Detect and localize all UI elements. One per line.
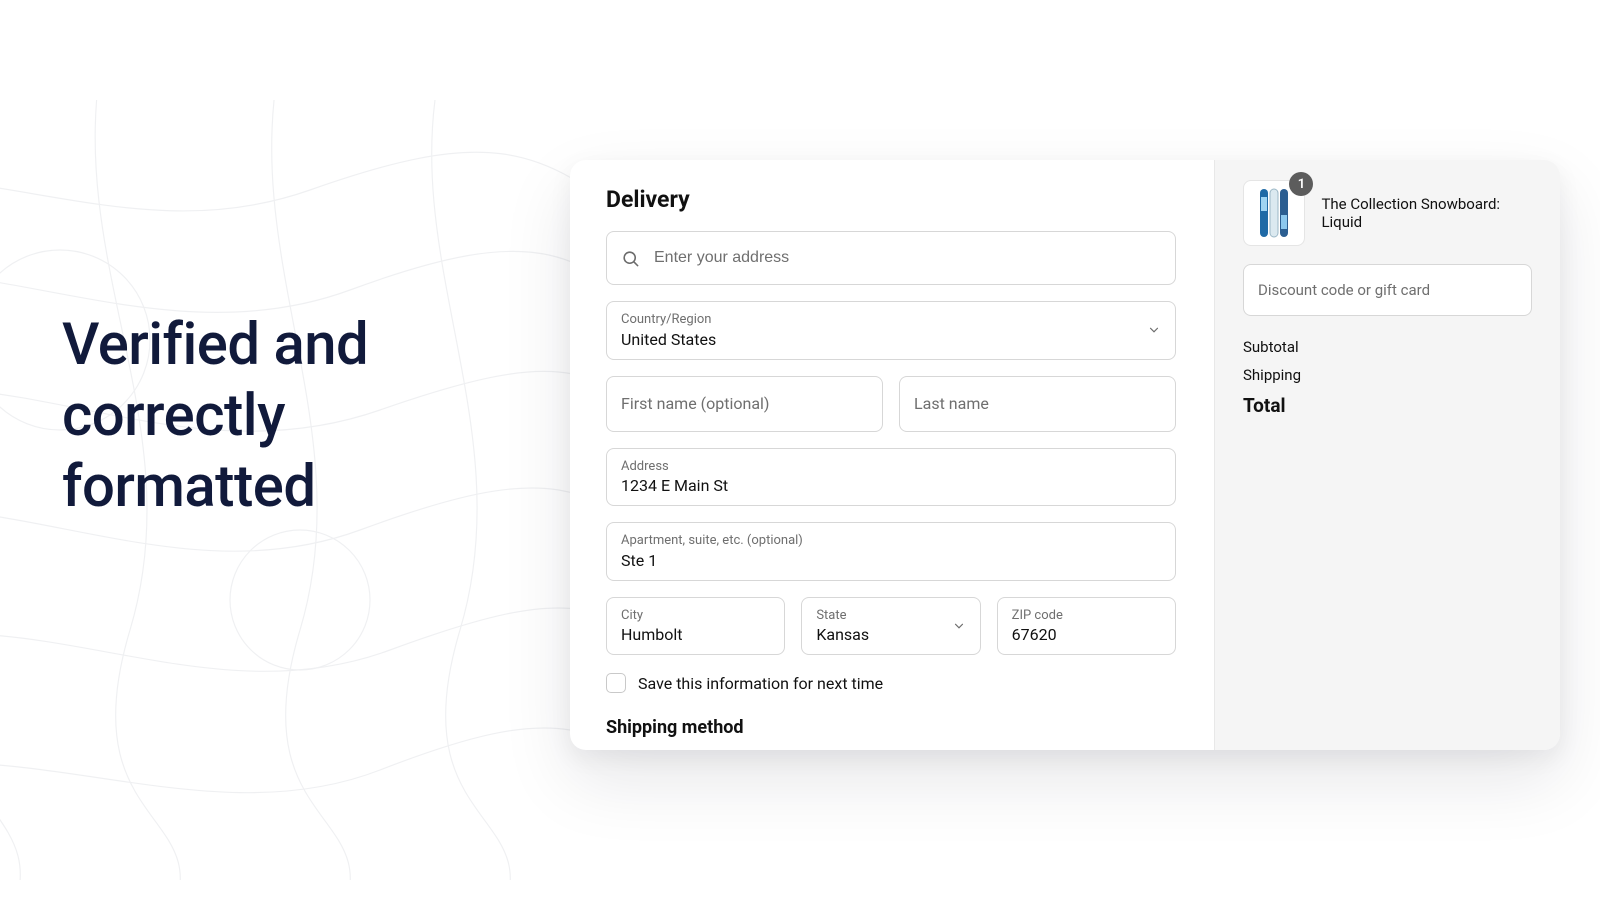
city-field[interactable]: City Humbolt (606, 597, 785, 656)
first-name-placeholder: First name (optional) (621, 394, 868, 413)
zip-field[interactable]: ZIP code 67620 (997, 597, 1176, 656)
page-headline: Verified and correctly formatted (62, 310, 368, 522)
city-label: City (621, 608, 770, 624)
address-value: 1234 E Main St (621, 476, 1161, 495)
country-value: United States (621, 330, 1161, 349)
quantity-badge: 1 (1289, 172, 1313, 196)
state-label: State (816, 608, 965, 624)
canvas: Verified and correctly formatted Deliver… (0, 0, 1600, 900)
subtotal-line: Subtotal (1243, 338, 1532, 356)
address-field[interactable]: Address 1234 E Main St (606, 448, 1176, 507)
zip-label: ZIP code (1012, 608, 1161, 624)
search-icon (621, 249, 640, 268)
address-search-input[interactable] (654, 249, 1161, 267)
apartment-value: Ste 1 (621, 551, 1161, 570)
apartment-field[interactable]: Apartment, suite, etc. (optional) Ste 1 (606, 522, 1176, 581)
save-info-row: Save this information for next time (606, 673, 1176, 693)
product-thumbnail: 1 (1243, 180, 1305, 246)
address-search-field[interactable] (606, 231, 1176, 285)
city-value: Humbolt (621, 625, 770, 644)
country-label: Country/Region (621, 312, 1161, 328)
shipping-method-heading: Shipping method (606, 717, 1176, 738)
apartment-label: Apartment, suite, etc. (optional) (621, 533, 1161, 549)
last-name-field[interactable]: Last name (899, 376, 1176, 432)
checkout-card: Delivery Country/Region United States (570, 160, 1560, 750)
product-name: The Collection Snowboard: Liquid (1321, 195, 1532, 231)
chevron-down-icon (952, 619, 966, 633)
discount-code-input[interactable]: Discount code or gift card (1243, 264, 1532, 316)
delivery-form-pane: Delivery Country/Region United States (570, 160, 1214, 750)
state-select[interactable]: State Kansas (801, 597, 980, 656)
last-name-placeholder: Last name (914, 394, 1161, 413)
country-select[interactable]: Country/Region United States (606, 301, 1176, 360)
total-line: Total (1243, 394, 1532, 417)
discount-placeholder: Discount code or gift card (1258, 281, 1430, 299)
state-value: Kansas (816, 625, 965, 644)
zip-value: 67620 (1012, 625, 1161, 644)
address-label: Address (621, 459, 1161, 475)
delivery-heading: Delivery (606, 186, 1176, 213)
snowboard-icon (1254, 187, 1294, 239)
cart-item: 1 The Collection Snowboard: Liquid (1243, 180, 1532, 246)
save-info-label: Save this information for next time (638, 674, 883, 693)
save-info-checkbox[interactable] (606, 673, 626, 693)
order-summary-pane: 1 The Collection Snowboard: Liquid Disco… (1214, 160, 1560, 750)
shipping-line: Shipping (1243, 366, 1532, 384)
first-name-field[interactable]: First name (optional) (606, 376, 883, 432)
chevron-down-icon (1147, 323, 1161, 337)
